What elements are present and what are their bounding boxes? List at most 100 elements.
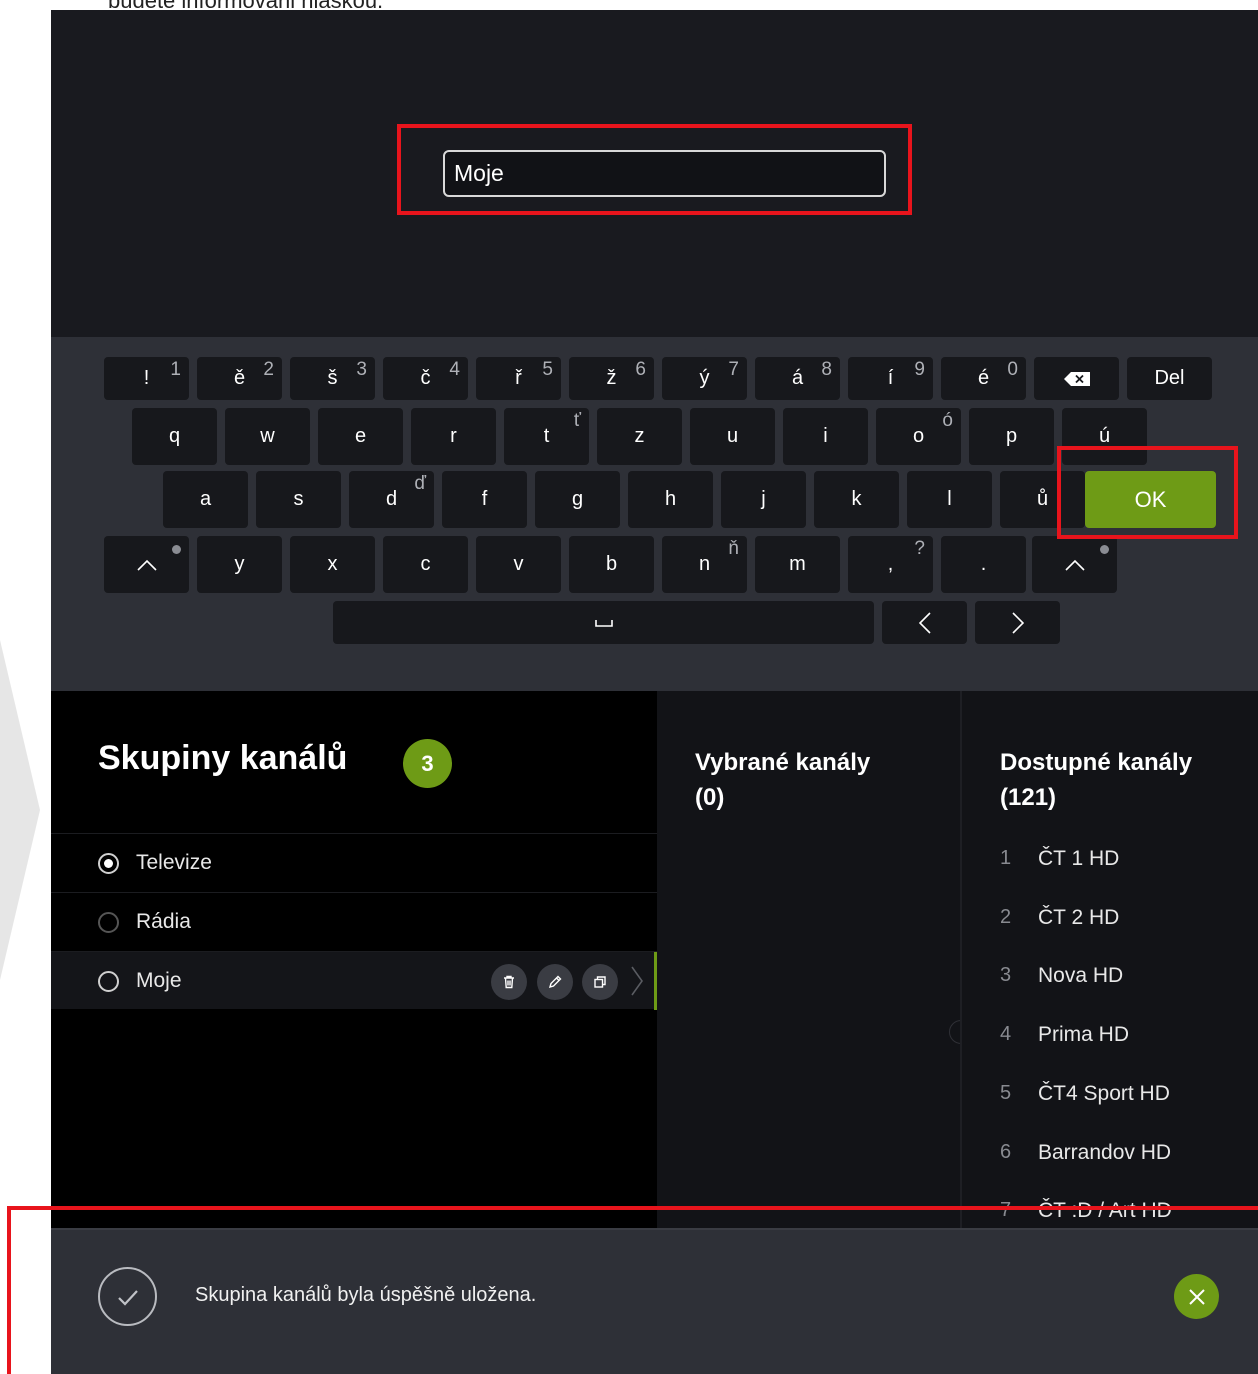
key-g[interactable]: g [535, 471, 620, 528]
radio-selected-icon[interactable] [98, 853, 119, 874]
key-y[interactable]: y [197, 536, 282, 593]
channel-row[interactable]: 4 Prima HD [962, 1023, 1258, 1081]
key-secondary-label: 7 [728, 359, 739, 380]
key-secondary-label: 1 [170, 359, 181, 380]
key-secondary-label: ď [414, 473, 426, 494]
del-key[interactable]: Del [1127, 357, 1212, 400]
channel-name: Barrandov HD [1038, 1140, 1172, 1164]
key-label: , [887, 553, 894, 575]
page-decoration [0, 640, 40, 980]
key-f[interactable]: f [442, 471, 527, 528]
key-o[interactable]: oó [876, 408, 961, 465]
pencil-icon[interactable] [537, 964, 573, 1000]
key-label: j [761, 488, 766, 510]
backspace-key[interactable] [1034, 357, 1119, 400]
key-c[interactable]: c [383, 536, 468, 593]
key-secondary-label: 5 [542, 359, 553, 380]
key-label: ý [699, 367, 710, 389]
key-ž[interactable]: ž6 [569, 357, 654, 400]
key-v[interactable]: v [476, 536, 561, 593]
key-r[interactable]: r [411, 408, 496, 465]
key-![interactable]: ! 1 [104, 357, 189, 400]
key-w[interactable]: w [225, 408, 310, 465]
key-label: r [450, 425, 457, 447]
key-t[interactable]: tť [504, 408, 589, 465]
key-d[interactable]: dď [349, 471, 434, 528]
key-á[interactable]: á8 [755, 357, 840, 400]
key-a[interactable]: a [163, 471, 248, 528]
key-h[interactable]: h [628, 471, 713, 528]
selected-title-text: Vybrané kanály [695, 749, 871, 776]
key-label: a [199, 488, 212, 510]
key-l[interactable]: l [907, 471, 992, 528]
key-ú[interactable]: ú [1062, 408, 1147, 465]
key-s[interactable]: s [256, 471, 341, 528]
cursor-left-key[interactable] [882, 601, 967, 644]
key-label: ú [1098, 425, 1111, 447]
trash-icon[interactable] [491, 964, 527, 1000]
chevron-right-icon[interactable] [631, 966, 643, 1001]
shift-key-right[interactable] [1032, 536, 1117, 593]
radio-icon[interactable] [98, 912, 119, 933]
key-label: p [1005, 425, 1018, 447]
key-x[interactable]: x [290, 536, 375, 593]
channel-row[interactable]: 2 ČT 2 HD [962, 906, 1258, 964]
copy-icon[interactable] [582, 964, 618, 1000]
channel-row[interactable]: 3 Nova HD [962, 964, 1258, 1022]
shift-icon [136, 559, 157, 571]
shift-key-left[interactable] [104, 536, 189, 593]
channel-number: 6 [1000, 1140, 1012, 1163]
channel-row[interactable]: 1 ČT 1 HD [962, 847, 1258, 905]
key-label: ě [233, 367, 246, 389]
key-í[interactable]: í9 [848, 357, 933, 400]
radio-icon[interactable] [98, 971, 119, 992]
key-secondary-label: 4 [449, 359, 460, 380]
key-period[interactable]: . [941, 536, 1026, 593]
close-icon[interactable] [1174, 1274, 1219, 1319]
key-q[interactable]: q [132, 408, 217, 465]
key-š[interactable]: š3 [290, 357, 375, 400]
groups-title: Skupiny kanálů [98, 739, 348, 777]
key-ů[interactable]: ů [1000, 471, 1085, 528]
key-comma[interactable]: ,? [848, 536, 933, 593]
key-e[interactable]: e [318, 408, 403, 465]
key-b[interactable]: b [569, 536, 654, 593]
key-label: t [543, 425, 550, 447]
key-k[interactable]: k [814, 471, 899, 528]
key-n[interactable]: nň [662, 536, 747, 593]
key-p[interactable]: p [969, 408, 1054, 465]
key-label: b [605, 553, 618, 575]
key-ř[interactable]: ř5 [476, 357, 561, 400]
key-i[interactable]: i [783, 408, 868, 465]
channel-number: 5 [1000, 1081, 1012, 1104]
key-ý[interactable]: ý7 [662, 357, 747, 400]
key-é[interactable]: é0 [941, 357, 1026, 400]
key-label: é [977, 367, 990, 389]
key-label: k [851, 488, 862, 510]
channel-row[interactable]: 7 ČT :D / Art HD [962, 1199, 1258, 1228]
key-ě[interactable]: ě2 [197, 357, 282, 400]
space-key[interactable] [333, 601, 874, 644]
group-name-input[interactable] [443, 150, 886, 197]
key-j[interactable]: j [721, 471, 806, 528]
group-item-moje[interactable]: Moje [51, 951, 657, 1010]
key-m[interactable]: m [755, 536, 840, 593]
channel-row[interactable]: 5 ČT4 Sport HD [962, 1082, 1258, 1140]
key-label: OK [1134, 486, 1167, 512]
cursor-right-key[interactable] [975, 601, 1060, 644]
key-u[interactable]: u [690, 408, 775, 465]
group-item-televize[interactable]: Televize [51, 833, 657, 891]
key-z[interactable]: z [597, 408, 682, 465]
ok-button[interactable]: OK [1085, 471, 1216, 528]
key-label: f [481, 488, 488, 510]
channel-number: 3 [1000, 964, 1012, 987]
group-item-radia[interactable]: Rádia [51, 892, 657, 950]
key-secondary-label: 9 [914, 359, 925, 380]
key-label: x [327, 553, 338, 575]
key-č[interactable]: č4 [383, 357, 468, 400]
channel-row[interactable]: 6 Barrandov HD [962, 1141, 1258, 1199]
key-label: c [420, 553, 431, 575]
channel-groups-panel: Skupiny kanálů 3 Televize Rádia Moje [51, 691, 657, 1228]
key-label: n [698, 553, 711, 575]
space-icon [594, 619, 613, 627]
